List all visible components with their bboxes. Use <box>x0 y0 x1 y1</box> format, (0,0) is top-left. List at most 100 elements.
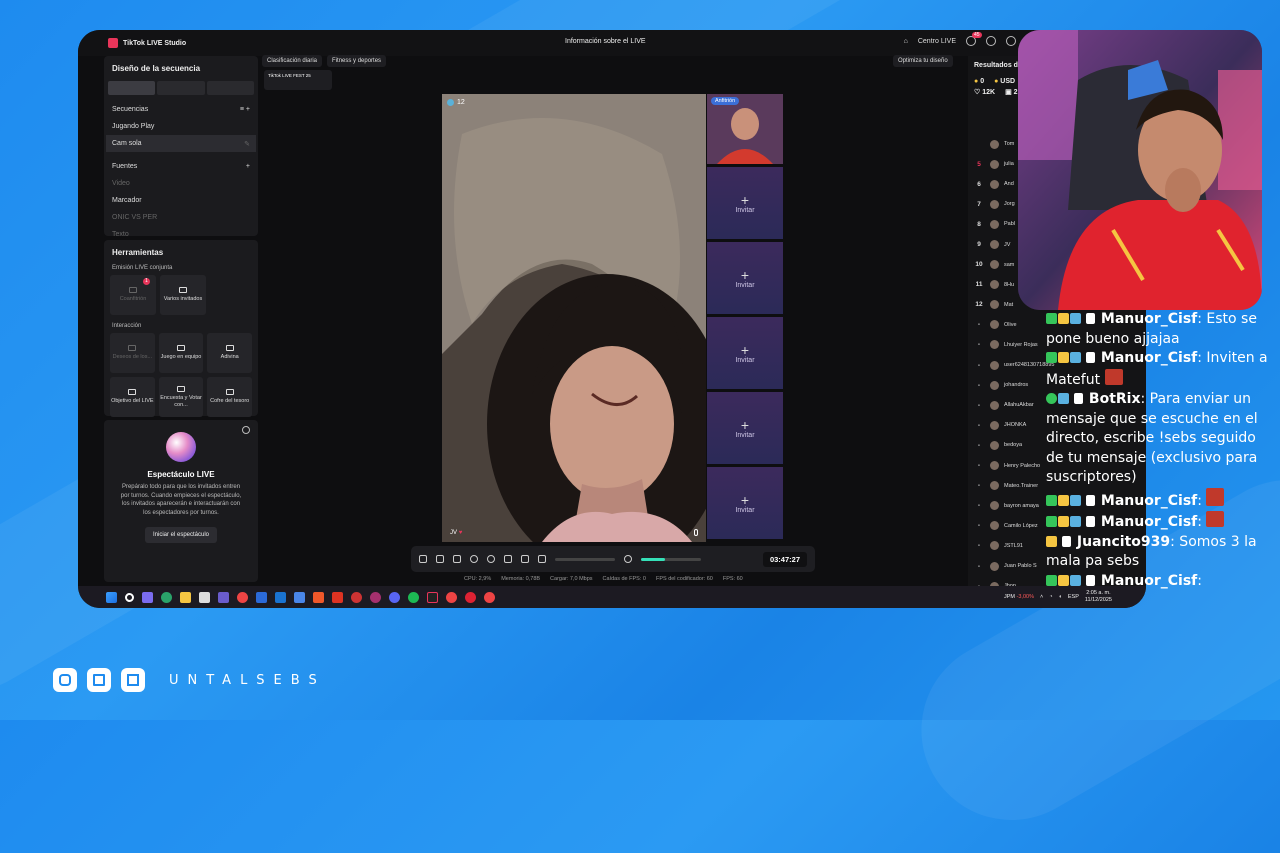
brave-icon[interactable] <box>313 591 324 603</box>
tiktok-icon[interactable] <box>427 591 438 603</box>
mic-icon[interactable] <box>694 529 698 536</box>
add-icon[interactable]: ≡ + <box>240 106 250 113</box>
rank-number: 6 <box>977 180 981 188</box>
poll-tool[interactable]: Encuesta y Votar con... <box>158 377 204 417</box>
pause-icon[interactable] <box>487 555 495 563</box>
clock[interactable]: 2:05 a. m. 11/12/2025 <box>1085 590 1112 604</box>
obs-icon[interactable] <box>332 591 343 603</box>
more-icon[interactable] <box>504 555 512 563</box>
rank-username: Olive <box>1004 321 1017 328</box>
mic-icon[interactable] <box>624 555 632 563</box>
chat-message: Manuor_Cisf: Inviten a Matefut <box>1046 349 1272 390</box>
live-fest-banner[interactable]: TikTok LIVE FEST 25 <box>264 70 332 90</box>
chrome-icon[interactable] <box>237 591 248 603</box>
source-item[interactable]: Marcador <box>104 192 258 209</box>
live-info-link[interactable]: Información sobre el LIVE <box>565 38 646 45</box>
cohost-tool[interactable]: 1 Coanfitrión <box>110 275 156 315</box>
rank-username: Mateo.Trainer <box>1004 482 1039 489</box>
tab-landscape[interactable] <box>157 81 205 95</box>
invite-slot[interactable]: + Invitar <box>707 392 783 464</box>
app-logo: TikTok LIVE Studio <box>108 38 186 48</box>
discord-icon[interactable] <box>389 591 400 603</box>
live-goal-tool[interactable]: Objetivo del LIVE <box>110 377 155 417</box>
word-icon[interactable] <box>256 591 267 603</box>
avatar <box>990 481 999 491</box>
daily-ranking-chip[interactable]: Clasificación diaria <box>262 55 323 67</box>
team-game-tool[interactable]: Juego en equipo <box>158 333 204 373</box>
avatar <box>990 340 999 350</box>
sequence-item-selected[interactable]: Cam sola ✎ <box>106 135 256 152</box>
record-icon[interactable] <box>470 555 478 563</box>
host-tile[interactable]: Anfitrión <box>707 94 783 164</box>
kick-icon <box>1086 494 1096 506</box>
tab-portrait[interactable] <box>108 81 156 95</box>
chrome-icon[interactable] <box>484 591 495 603</box>
treasure-tool[interactable]: Cofre del tesoro <box>207 377 253 417</box>
language-indicator[interactable]: ESP <box>1068 594 1079 600</box>
sequences-title: Secuencias <box>112 106 149 113</box>
layout-icon[interactable] <box>436 555 444 563</box>
windows-icon[interactable] <box>106 591 117 603</box>
fest-label: TikTok LIVE FEST 25 <box>268 73 311 78</box>
invite-slot[interactable]: + Invitar <box>707 242 783 314</box>
app-icon[interactable] <box>294 591 305 603</box>
wifi-icon[interactable]: ◔ <box>1049 594 1052 600</box>
guess-tool[interactable]: Adivina <box>207 333 253 373</box>
fitness-chip[interactable]: Fitness y deportes <box>327 55 387 67</box>
crown-icon <box>1058 516 1069 527</box>
spotify-icon[interactable] <box>408 591 419 603</box>
add-source-icon[interactable]: + <box>246 163 250 170</box>
screen-icon[interactable] <box>453 555 461 563</box>
source-item[interactable]: Video <box>104 175 258 192</box>
optimize-design-button[interactable]: Optimiza tu diseño <box>893 55 953 67</box>
speaker-volume-slider[interactable] <box>555 557 615 561</box>
copilot-icon[interactable] <box>142 591 153 603</box>
streamer-camera <box>1018 30 1262 310</box>
sword-icon <box>1070 313 1081 324</box>
mic-volume-slider[interactable] <box>641 557 701 561</box>
edge-icon[interactable] <box>161 591 172 603</box>
calculator-icon[interactable] <box>199 591 210 603</box>
app-icon[interactable] <box>370 591 381 603</box>
source-item[interactable]: ONIC VS PER <box>104 209 258 226</box>
shuffle-icon[interactable] <box>419 555 427 563</box>
app-icon[interactable] <box>351 591 362 603</box>
help-icon[interactable] <box>986 36 996 46</box>
bell-icon[interactable]: 45 <box>966 32 982 46</box>
app-icon[interactable] <box>465 591 476 603</box>
chat-message: Manuor_Cisf: <box>1046 511 1272 533</box>
rank-username: bayron amaya <box>1004 502 1039 509</box>
guess-icon <box>225 345 234 351</box>
explorer-icon[interactable] <box>180 591 191 603</box>
home-icon[interactable]: ⌂ <box>904 38 908 45</box>
help-icon[interactable] <box>242 426 250 434</box>
centro-live-link[interactable]: Centro LIVE <box>918 38 956 45</box>
edit-icon[interactable]: ✎ <box>244 140 250 148</box>
gear-icon[interactable] <box>1006 36 1016 46</box>
plus-icon: + <box>740 266 750 283</box>
outlook-icon[interactable] <box>275 591 286 603</box>
search-icon[interactable] <box>125 592 134 602</box>
rank-username: julia <box>1004 161 1014 168</box>
start-show-button[interactable]: Iniciar el espectáculo <box>144 527 218 543</box>
sequence-item[interactable]: Jugando Play <box>104 118 258 135</box>
invite-label: Invitar <box>735 281 755 289</box>
app-icon[interactable] <box>446 591 457 603</box>
dollar-icon: ● <box>994 78 999 85</box>
crown-icon <box>1046 535 1057 547</box>
avatar <box>990 179 999 189</box>
chevron-up-icon[interactable]: ˄ <box>1040 594 1043 600</box>
teams-icon[interactable] <box>218 591 229 603</box>
invite-slot[interactable]: + Invitar <box>707 467 783 539</box>
stock-ticker[interactable]: JPM -3,00% <box>1004 594 1034 600</box>
invite-slot[interactable]: + Invitar <box>707 167 783 239</box>
settings-icon[interactable] <box>521 555 529 563</box>
volume-icon[interactable]: ◖ <box>1059 594 1062 600</box>
clock-time: 2:05 a. m. <box>1086 590 1111 596</box>
invite-slot[interactable]: + Invitar <box>707 317 783 389</box>
wishes-tool[interactable]: Deseos de los... <box>110 333 155 373</box>
speaker-icon[interactable] <box>538 555 546 563</box>
stat-fps: FPS: 60 <box>722 576 743 582</box>
tab-locked[interactable] <box>206 81 254 95</box>
multi-guest-tool[interactable]: Varios invitados <box>160 275 206 315</box>
